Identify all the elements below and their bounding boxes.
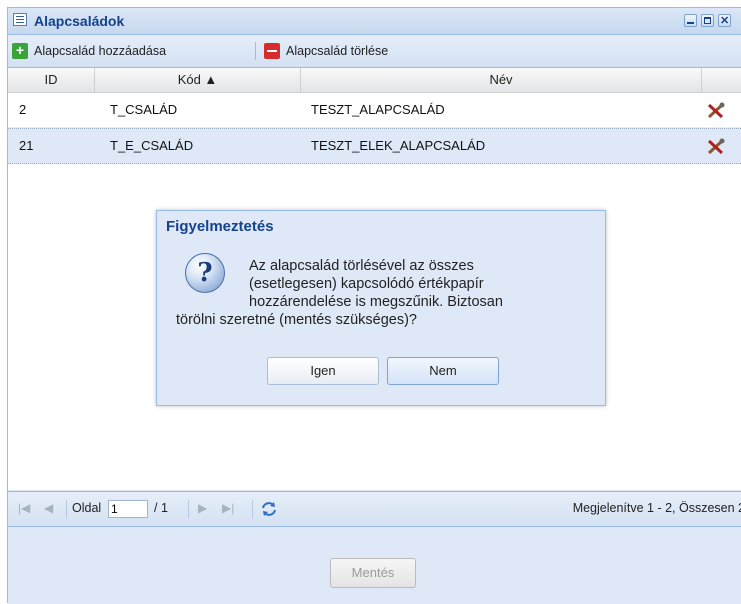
plus-icon: + (12, 43, 28, 59)
minimize-icon[interactable] (684, 14, 697, 27)
minus-icon (264, 43, 280, 59)
grid-header: ID Kód ▲ Név (8, 68, 741, 93)
paging-toolbar: |◀ ◀ Oldal / 1 ▶ ▶| Megjelenítve 1 - 2, … (8, 491, 741, 527)
dialog-message-line: hozzárendelése is megszűnik. Biztosan (249, 294, 503, 310)
no-button[interactable]: Nem (387, 357, 499, 385)
row-id: 2 (19, 102, 27, 117)
maximize-icon[interactable] (701, 14, 714, 27)
delete-family-label: Alapcsalád törlése (286, 44, 389, 58)
first-page-icon[interactable]: |◀ (18, 501, 30, 515)
save-button[interactable]: Mentés (330, 558, 416, 588)
last-page-icon[interactable]: ▶| (222, 501, 234, 515)
dialog-message-line: Az alapcsalád törlésével az összes (249, 258, 474, 274)
window-title: Alapcsaládok (34, 13, 125, 29)
warning-dialog: Figyelmeztetés ? Az alapcsalád törléséve… (156, 210, 606, 406)
page-label: Oldal (72, 501, 102, 515)
column-header-code[interactable]: Kód ▲ (95, 68, 301, 92)
yes-button[interactable]: Igen (267, 357, 379, 385)
column-header-actions (702, 68, 741, 92)
dialog-title: Figyelmeztetés (166, 218, 274, 235)
pager-separator (188, 500, 189, 518)
row-code: T_CSALÁD (110, 102, 178, 117)
add-family-button[interactable]: + Alapcsalád hozzáadása (12, 41, 166, 61)
dialog-message-line: törölni szeretné (mentés szükséges)? (176, 312, 417, 328)
next-page-icon[interactable]: ▶ (198, 501, 207, 515)
row-name: TESZT_ALAPCSALÁD (311, 102, 445, 117)
window-footer: Mentés (8, 528, 741, 604)
dialog-message-line: (esetlegesen) kapcsolódó értékpapír (249, 276, 484, 292)
toolbar: + Alapcsalád hozzáadása Alapcsalád törlé… (8, 35, 741, 68)
window-titlebar: Alapcsaládok ✕ (8, 8, 741, 35)
paging-summary: Megjelenítve 1 - 2, Összesen 2 (572, 501, 741, 515)
prev-page-icon[interactable]: ◀ (44, 501, 53, 515)
tools-icon[interactable] (706, 138, 726, 156)
pager-separator (66, 500, 67, 518)
delete-family-button[interactable]: Alapcsalád törlése (264, 41, 388, 61)
column-header-id[interactable]: ID (8, 68, 95, 92)
table-row[interactable]: 2 T_CSALÁD TESZT_ALAPCSALÁD (8, 93, 741, 128)
row-code: T_E_CSALÁD (110, 138, 194, 153)
column-header-name[interactable]: Név (301, 68, 702, 92)
toolbar-separator (255, 42, 256, 60)
row-id: 21 (19, 138, 34, 153)
pager-separator (252, 500, 253, 518)
tools-icon[interactable] (706, 102, 726, 120)
add-family-label: Alapcsalád hozzáadása (34, 44, 167, 58)
page-number-input[interactable] (108, 500, 148, 518)
grid-window-icon (13, 13, 27, 26)
refresh-icon[interactable] (260, 500, 278, 518)
question-icon: ? (185, 253, 225, 293)
close-icon[interactable]: ✕ (718, 14, 731, 27)
page-total: / 1 (154, 501, 168, 515)
table-row[interactable]: 21 T_E_CSALÁD TESZT_ELEK_ALAPCSALÁD (8, 128, 741, 164)
row-name: TESZT_ELEK_ALAPCSALÁD (311, 138, 486, 153)
